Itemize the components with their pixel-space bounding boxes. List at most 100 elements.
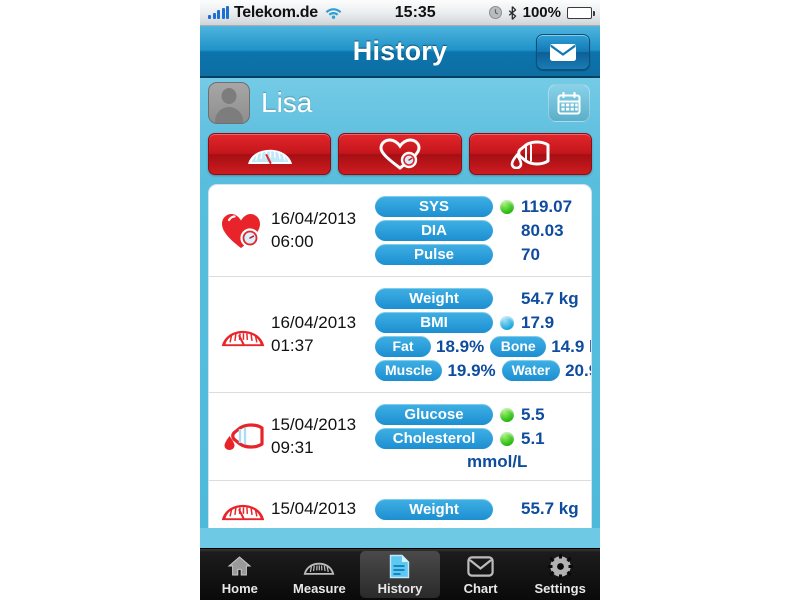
measure-line: Glucose 5.5 [375,404,581,425]
measure-value: 19.9% [447,360,496,380]
measure-value: 119.07 [521,196,573,216]
tab-label: History [377,581,423,596]
scale-icon [303,553,335,579]
measure-label: Pulse [375,244,493,265]
measure-grid-row: Fat 18.9% Bone 14.9 kg [375,336,591,357]
clock-icon [488,6,502,19]
status-badge [500,315,514,330]
signal-bars-icon [208,6,229,19]
table-row[interactable]: 16/04/2013 06:00 SYS 119.07 DIA 80.03 Pu… [209,185,591,277]
glucose-filter-button[interactable] [468,133,592,175]
row-datetime: 15/04/2013 09:31 [271,414,375,460]
calendar-icon [557,91,581,115]
tab-label: Chart [463,581,498,596]
nav-bar: History [200,26,600,78]
row-measures: Glucose 5.5 Cholesterol 5.1 mmol/L [375,401,581,472]
document-icon [389,553,410,579]
status-badge [500,431,514,446]
row-type-icon [215,421,271,453]
tab-settings[interactable]: Settings [520,549,600,600]
measure-value: 20.9% [565,360,591,380]
measure-value: 17.9 [521,312,555,332]
weight-filter-button[interactable] [208,133,332,175]
measure-grid-row: Muscle 19.9% Water 20.9% [375,360,591,381]
measure-value: 55.7 kg [521,499,579,518]
measure-value: 70 [521,244,540,264]
page-title: History [352,35,448,66]
measure-line: SYS 119.07 [375,196,581,217]
home-icon [227,553,252,579]
row-datetime: 15/04/2013 [271,498,375,521]
finger-blood-drop-icon [224,422,264,450]
measure-line: DIA 80.03 [375,220,581,241]
blood-pressure-filter-button[interactable] [338,133,462,175]
battery-icon [567,6,595,19]
tab-label: Settings [534,581,586,596]
row-date: 15/04/2013 [271,414,357,434]
measure-label: Bone [490,336,547,357]
heart-monitor-icon [222,213,260,248]
avatar[interactable] [208,82,250,124]
scale-icon [221,504,265,521]
measure-label: Weight [375,288,493,309]
clock-label: 15:35 [394,3,436,21]
measure-value: 18.9% [436,336,485,356]
row-datetime: 16/04/2013 01:37 [271,312,375,358]
status-bar-left: Telekom.de [208,4,342,22]
tab-chart[interactable]: Chart [441,549,521,600]
phone-screen: Telekom.de 15:35 100% History Lisa 16/04… [200,0,600,600]
measure-value: 5.5 [521,404,545,424]
measure-line: Weight 54.7 kg [375,288,591,309]
table-row[interactable]: 16/04/2013 01:37 Weight 54.7 kg BMI 17.9 [209,277,591,393]
user-strip: Lisa [200,78,600,128]
gear-icon [547,553,573,579]
row-time: 09:31 [271,437,314,457]
envelope-icon [549,43,577,62]
measure-line: Weight 55.7 kg [375,498,581,520]
status-bar: Telekom.de 15:35 100% [200,0,600,26]
measure-label: Weight [375,498,493,520]
wifi-icon [325,6,342,19]
status-badge [500,407,514,422]
history-card-wrap: 16/04/2013 06:00 SYS 119.07 DIA 80.03 Pu… [200,180,600,528]
row-measures: Weight 54.7 kg BMI 17.9 Fat 18.9% Bone 1… [375,285,591,384]
measure-value: 14.9 kg [551,336,591,356]
tab-bar: Home Measure History Chart Settings [200,548,600,600]
measure-label: DIA [375,220,493,241]
row-date: 16/04/2013 [271,208,357,228]
user-name: Lisa [261,87,313,118]
measure-unit: mmol/L [467,452,528,471]
heart-monitor-icon [378,138,422,170]
row-measures: SYS 119.07 DIA 80.03 Pulse 70 [375,193,581,268]
measure-value: 5.1 [521,428,545,448]
scale-icon [244,139,296,169]
table-row[interactable]: 15/04/2013 09:31 Glucose 5.5 Cholesterol… [209,393,591,481]
history-list[interactable]: 16/04/2013 06:00 SYS 119.07 DIA 80.03 Pu… [208,184,592,528]
measure-label: BMI [375,312,493,333]
row-type-icon [215,211,271,251]
tab-label: Measure [293,581,346,596]
status-bar-center: 15:35 [342,4,489,22]
measure-line: Cholesterol 5.1 [375,428,581,449]
measure-label: Water [501,360,561,381]
measure-label: SYS [375,196,493,217]
measure-label: Glucose [375,404,493,425]
status-bar-right: 100% [488,4,595,21]
tab-home[interactable]: Home [200,549,280,600]
calendar-button[interactable] [548,84,590,122]
filter-button-row [200,128,600,180]
battery-percent-label: 100% [522,4,561,21]
tab-history[interactable]: History [360,551,440,598]
bluetooth-icon [508,5,517,20]
mail-button[interactable] [536,34,590,70]
table-row[interactable]: 15/04/2013 Weight 55.7 kg [209,481,591,528]
tab-measure[interactable]: Measure [280,549,360,600]
measure-value: 80.03 [521,220,564,240]
measure-label: Muscle [375,360,443,381]
scale-icon [221,330,265,346]
row-type-icon [215,318,271,352]
status-badge [500,199,514,214]
carrier-label: Telekom.de [234,3,318,21]
row-datetime: 16/04/2013 06:00 [271,208,375,254]
tab-label: Home [221,581,258,596]
